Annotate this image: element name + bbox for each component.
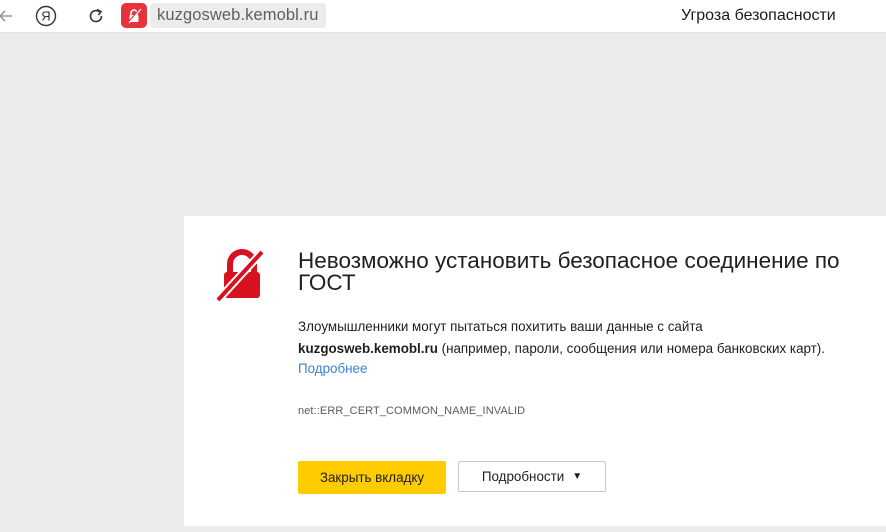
- error-card: Невозможно установить безопасное соедине…: [184, 216, 886, 526]
- back-arrow-icon: [0, 10, 12, 22]
- reload-button[interactable]: [83, 3, 109, 29]
- page-title: Угроза безопасности: [681, 7, 836, 24]
- error-description: Злоумышленники могут пытаться похитить в…: [298, 316, 868, 360]
- desc-domain: kuzgosweb.kemobl.ru: [298, 341, 438, 356]
- desc-line1: Злоумышленники могут пытаться похитить в…: [298, 319, 703, 334]
- details-button[interactable]: Подробности ▼: [458, 461, 606, 492]
- back-button[interactable]: [0, 3, 19, 29]
- svg-text:Я: Я: [41, 9, 50, 24]
- close-tab-button[interactable]: Закрыть вкладку: [298, 461, 446, 494]
- error-heading: Невозможно установить безопасное соедине…: [298, 248, 840, 295]
- yandex-button[interactable]: Я: [33, 3, 59, 29]
- browser-toolbar: Я kuzgosweb.kemobl.ru Угроза безопасност…: [0, 0, 886, 33]
- address-bar[interactable]: kuzgosweb.kemobl.ru: [121, 3, 327, 28]
- yandex-icon: Я: [35, 5, 57, 27]
- error-code: net::ERR_CERT_COMMON_NAME_INVALID: [298, 405, 526, 417]
- close-tab-label: Закрыть вкладку: [319, 470, 425, 485]
- caret-down-icon: ▼: [572, 471, 583, 482]
- security-warning-badge[interactable]: [121, 3, 147, 28]
- broken-lock-icon: [216, 249, 265, 302]
- desc-line2: (например, пароли, сообщения или номера …: [437, 341, 825, 356]
- broken-lock-icon: [127, 7, 142, 24]
- reload-icon: [89, 8, 103, 23]
- url-text[interactable]: kuzgosweb.kemobl.ru: [150, 3, 327, 28]
- more-info-link[interactable]: Подробнее: [298, 359, 367, 379]
- details-label: Подробности: [481, 469, 565, 484]
